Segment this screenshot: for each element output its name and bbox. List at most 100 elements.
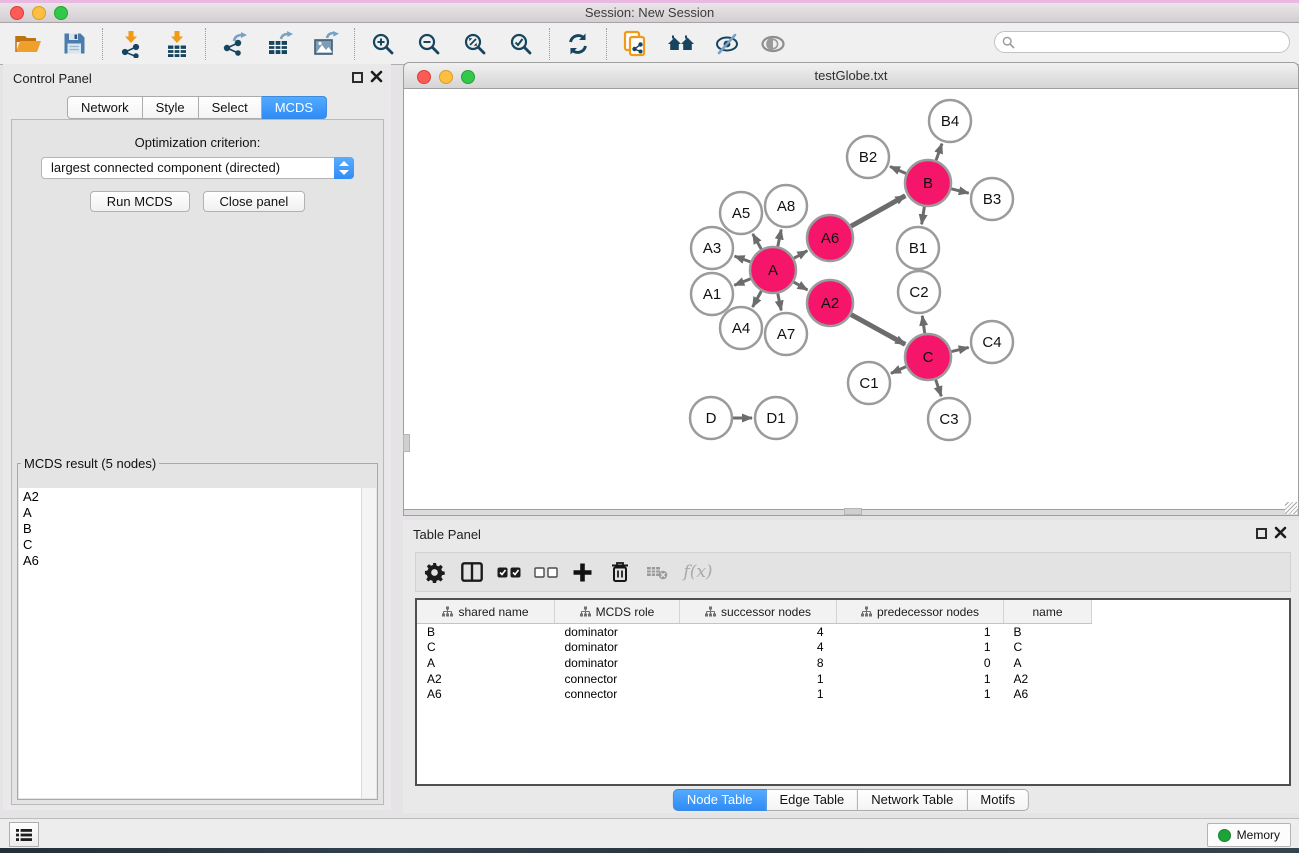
network-canvas[interactable]: B4B2BB3A8A5A6A3B1AA1C2A2A4A7C4CC1C3DD1 <box>403 89 1299 510</box>
canvas-bottom-handle[interactable] <box>844 508 862 515</box>
table-cell[interactable]: 0 <box>837 655 1004 671</box>
graph-node-C1[interactable]: C1 <box>848 362 890 404</box>
graph-node-A8[interactable]: A8 <box>765 185 807 227</box>
graph-edge-A-A4[interactable] <box>753 291 762 307</box>
graph-edge-C-C3[interactable] <box>936 380 942 397</box>
table-cell[interactable]: C <box>417 640 555 656</box>
zoom-fit-icon[interactable] <box>459 28 491 60</box>
column-header-successor-nodes[interactable]: successor nodes <box>680 600 837 624</box>
table-cell[interactable]: dominator <box>555 655 680 671</box>
graph-edge-A-A3[interactable] <box>735 256 751 262</box>
graph-edge-A2-C[interactable] <box>851 315 905 345</box>
float-table-panel-icon[interactable] <box>1256 528 1267 539</box>
mcds-result-item[interactable]: C <box>23 537 361 553</box>
tab-select[interactable]: Select <box>199 96 262 119</box>
table-cell[interactable]: dominator <box>555 640 680 656</box>
mcds-scrollbar[interactable] <box>361 488 376 798</box>
network-window-titlebar[interactable]: testGlobe.txt <box>403 62 1299 89</box>
tab-network[interactable]: Network <box>67 96 143 119</box>
column-header-predecessor-nodes[interactable]: predecessor nodes <box>837 600 1004 624</box>
graph-node-A7[interactable]: A7 <box>765 313 807 355</box>
graph-node-B4[interactable]: B4 <box>929 100 971 142</box>
window-resize-grip[interactable] <box>1285 502 1297 514</box>
graph-node-C4[interactable]: C4 <box>971 321 1013 363</box>
graph-node-A2[interactable]: A2 <box>807 280 853 326</box>
select-stepper-icon[interactable] <box>334 157 354 179</box>
tab-node-table[interactable]: Node Table <box>673 789 767 811</box>
node-table-grid[interactable]: shared nameMCDS rolesuccessor nodesprede… <box>417 600 1289 702</box>
mcds-result-item[interactable]: A6 <box>23 553 361 569</box>
canvas-left-handle[interactable] <box>403 434 410 452</box>
network-graph[interactable]: B4B2BB3A8A5A6A3B1AA1C2A2A4A7C4CC1C3DD1 <box>404 89 1298 508</box>
graph-node-A1[interactable]: A1 <box>691 273 733 315</box>
show-columns-icon[interactable] <box>453 555 490 589</box>
graph-node-B1[interactable]: B1 <box>897 227 939 269</box>
table-cell[interactable]: C <box>1004 640 1092 656</box>
graph-node-B3[interactable]: B3 <box>971 178 1013 220</box>
hide-panels-icon[interactable] <box>711 28 743 60</box>
graph-edge-B-B1[interactable] <box>922 207 925 225</box>
export-image-icon[interactable] <box>310 28 342 60</box>
graph-node-A4[interactable]: A4 <box>720 307 762 349</box>
table-cell[interactable]: A2 <box>1004 671 1092 687</box>
table-settings-icon[interactable] <box>416 555 453 589</box>
table-cell[interactable]: 1 <box>680 671 837 687</box>
mcds-result-item[interactable]: B <box>23 521 361 537</box>
deselect-all-check-icon[interactable] <box>527 555 564 589</box>
tab-network-table[interactable]: Network Table <box>858 789 967 811</box>
column-header-name[interactable]: name <box>1004 600 1092 624</box>
graph-node-B[interactable]: B <box>905 160 951 206</box>
table-cell[interactable]: 1 <box>837 671 1004 687</box>
export-network-icon[interactable] <box>218 28 250 60</box>
search-box[interactable] <box>994 31 1290 53</box>
table-cell[interactable]: A2 <box>417 671 555 687</box>
criterion-select[interactable]: largest connected component (directed) <box>41 157 354 179</box>
import-table-icon[interactable] <box>161 28 193 60</box>
graph-edge-C-C2[interactable] <box>922 316 924 333</box>
new-network-icon[interactable] <box>619 28 651 60</box>
table-row[interactable]: A6connector11A6 <box>417 686 1289 702</box>
table-cell[interactable]: 4 <box>680 624 837 640</box>
table-row[interactable]: Cdominator41C <box>417 640 1289 656</box>
graph-node-B2[interactable]: B2 <box>847 136 889 178</box>
refresh-layout-icon[interactable] <box>562 28 594 60</box>
zoom-in-icon[interactable] <box>367 28 399 60</box>
save-session-icon[interactable] <box>58 28 90 60</box>
float-panel-icon[interactable] <box>352 72 363 83</box>
table-cell[interactable]: 4 <box>680 640 837 656</box>
delete-rows-icon[interactable] <box>601 555 638 589</box>
graph-edge-A-A1[interactable] <box>734 279 750 285</box>
tab-motifs[interactable]: Motifs <box>967 789 1029 811</box>
delete-table-icon[interactable] <box>638 555 675 589</box>
run-mcds-button[interactable]: Run MCDS <box>90 191 190 212</box>
show-graphics-details-icon[interactable] <box>757 28 789 60</box>
graph-node-D[interactable]: D <box>690 397 732 439</box>
tab-style[interactable]: Style <box>143 96 199 119</box>
close-panel-icon[interactable] <box>370 70 383 83</box>
graph-node-D1[interactable]: D1 <box>755 397 797 439</box>
table-cell[interactable]: connector <box>555 686 680 702</box>
table-cell[interactable]: A6 <box>417 686 555 702</box>
graph-node-A[interactable]: A <box>750 247 796 293</box>
table-cell[interactable]: A <box>1004 655 1092 671</box>
memory-button[interactable]: Memory <box>1207 823 1291 847</box>
table-cell[interactable]: dominator <box>555 624 680 640</box>
graph-node-C[interactable]: C <box>905 334 951 380</box>
tab-mcds[interactable]: MCDS <box>262 96 327 119</box>
graph-node-A3[interactable]: A3 <box>691 227 733 269</box>
table-cell[interactable]: A6 <box>1004 686 1092 702</box>
graph-edge-A-A6[interactable] <box>794 251 807 259</box>
table-cell[interactable]: 1 <box>837 640 1004 656</box>
table-cell[interactable]: 8 <box>680 655 837 671</box>
export-table-icon[interactable] <box>264 28 296 60</box>
graph-edge-B-B4[interactable] <box>936 144 942 161</box>
table-cell[interactable]: B <box>417 624 555 640</box>
graph-node-C3[interactable]: C3 <box>928 398 970 440</box>
graph-edge-B-B2[interactable] <box>890 167 906 174</box>
table-cell[interactable]: 1 <box>837 624 1004 640</box>
graph-node-A6[interactable]: A6 <box>807 215 853 261</box>
open-file-icon[interactable] <box>12 28 44 60</box>
mcds-result-list[interactable]: A2ABCA6 <box>19 488 361 798</box>
table-cell[interactable]: 1 <box>837 686 1004 702</box>
graph-edge-B-B3[interactable] <box>951 189 968 193</box>
